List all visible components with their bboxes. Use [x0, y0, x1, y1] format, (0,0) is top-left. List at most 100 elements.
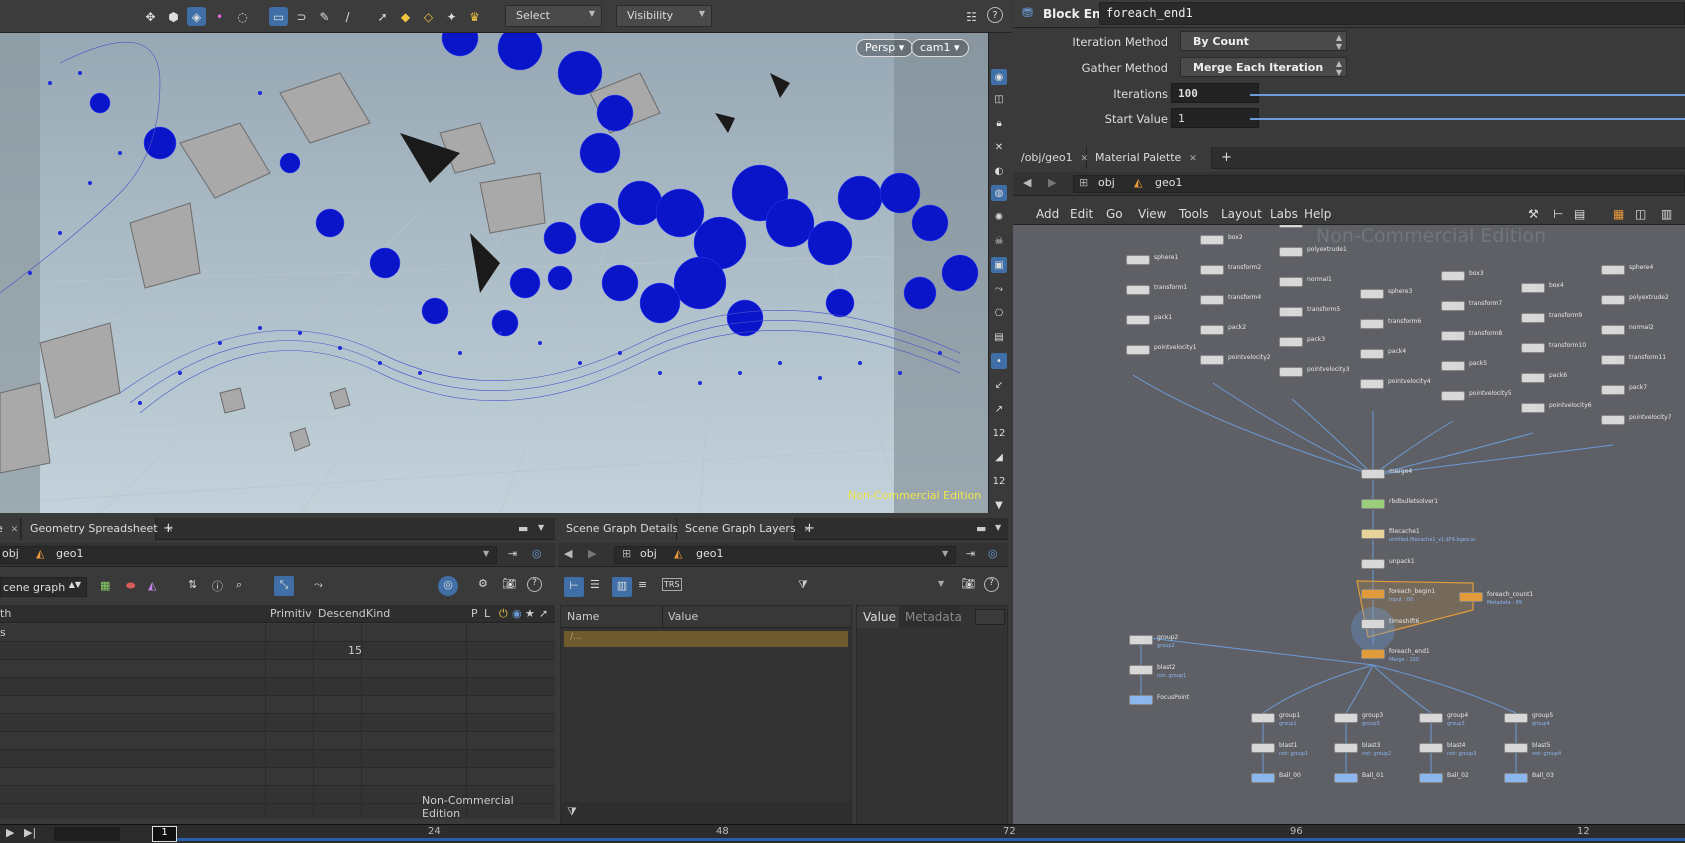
- info-icon[interactable]: ⓘ: [212, 578, 223, 594]
- sort-icon[interactable]: ⇅: [188, 578, 197, 591]
- target-icon[interactable]: ◎: [438, 576, 458, 596]
- grid-icon[interactable]: ▦: [1613, 207, 1624, 221]
- tree-view-icon[interactable]: ⊢: [564, 577, 584, 597]
- col-path[interactable]: th: [0, 607, 11, 620]
- split-icon[interactable]: ◫: [1635, 207, 1646, 221]
- normal-icon[interactable]: ↙: [991, 377, 1007, 393]
- point-icon[interactable]: •: [210, 7, 229, 26]
- skull-icon[interactable]: ☠: [991, 233, 1007, 249]
- close-icon[interactable]: ✕: [991, 139, 1007, 155]
- mid-path-field[interactable]: [614, 546, 956, 564]
- laser-icon[interactable]: /: [338, 7, 357, 26]
- layer-icon[interactable]: ⬬: [126, 579, 135, 593]
- table-row[interactable]: [0, 660, 555, 678]
- current-frame[interactable]: 1: [152, 826, 177, 842]
- menu-help[interactable]: Help: [1304, 207, 1331, 221]
- col-kind[interactable]: Kind: [366, 607, 390, 620]
- tab-scene-graph-layers[interactable]: Scene Graph Layers ✕: [677, 518, 811, 540]
- secure-icon[interactable]: ✦: [442, 7, 461, 26]
- selected-row[interactable]: /...: [564, 631, 848, 647]
- ortho-icon[interactable]: ◫: [991, 91, 1007, 107]
- table-row[interactable]: s: [0, 624, 555, 642]
- mid-pin-icon[interactable]: ⇥: [966, 547, 975, 560]
- iterations-field[interactable]: 100: [1171, 83, 1259, 103]
- pane-layout-icon[interactable]: ▬: [518, 522, 528, 535]
- menu-layout[interactable]: Layout: [1221, 207, 1262, 221]
- pane-menu-icon[interactable]: ▼: [538, 523, 544, 532]
- path-geo[interactable]: geo1: [56, 547, 83, 564]
- prim-filter-icon[interactable]: ▦: [100, 579, 110, 592]
- camera-snap-icon-mid[interactable]: 📷︎: [961, 577, 975, 590]
- brush-icon[interactable]: ✎: [315, 7, 334, 26]
- path-dropdown-icon[interactable]: ▼: [483, 549, 489, 558]
- display-options-icon[interactable]: ☷: [962, 7, 981, 26]
- camera-icon[interactable]: ◉: [991, 69, 1007, 85]
- pane-menu-icon-mid[interactable]: ▼: [995, 523, 1001, 532]
- table-row[interactable]: [0, 714, 555, 732]
- start-value-field[interactable]: 1: [1171, 108, 1259, 128]
- menu-add[interactable]: Add: [1036, 207, 1059, 221]
- mode-dropdown[interactable]: cene graph ▲▼: [0, 577, 87, 597]
- columns-view-icon[interactable]: ▥: [1661, 207, 1672, 221]
- help-icon[interactable]: ?: [987, 7, 1003, 23]
- net-path-obj[interactable]: obj: [1098, 176, 1115, 193]
- step-icon[interactable]: ▶|: [24, 826, 36, 839]
- point-display-icon[interactable]: •: [991, 353, 1007, 369]
- visibility-dropdown[interactable]: Visibility ▼: [616, 5, 712, 27]
- scene-viewport[interactable]: Persp ▾ cam1 ▾ Non-Commercial Edition: [0, 33, 988, 513]
- add-tab-button-mid[interactable]: +: [804, 521, 815, 536]
- select-visible-icon[interactable]: ➚: [373, 7, 392, 26]
- col-value[interactable]: Value: [668, 610, 698, 623]
- help-icon-mid[interactable]: ?: [984, 577, 999, 592]
- col-name[interactable]: Name: [567, 610, 599, 623]
- wrench-icon[interactable]: ⚒: [1528, 207, 1539, 221]
- mid-path-geo[interactable]: geo1: [696, 547, 723, 564]
- menu-go[interactable]: Go: [1106, 207, 1123, 221]
- iteration-method-dropdown[interactable]: By Count ▲ ▼: [1180, 31, 1347, 51]
- frame-field[interactable]: [54, 827, 120, 841]
- snap-icon[interactable]: ⤳: [991, 281, 1007, 297]
- gear-icon[interactable]: ⚙: [478, 577, 488, 590]
- tab-geometry-spreadsheet[interactable]: Geometry Spreadsheet ✕: [22, 518, 173, 540]
- filter-icon-bottom[interactable]: ⧩: [567, 805, 577, 819]
- table-row[interactable]: [0, 750, 555, 768]
- rows-icon[interactable]: ≡: [638, 578, 647, 591]
- groups-icon[interactable]: ◆: [396, 7, 415, 26]
- tree-icon[interactable]: ⊢: [1553, 207, 1563, 221]
- table-row[interactable]: [0, 696, 555, 714]
- menu-tools[interactable]: Tools: [1179, 207, 1209, 221]
- select-dropdown[interactable]: Select ▼: [505, 5, 602, 27]
- bulb-icon[interactable]: ✺: [991, 209, 1007, 225]
- list-icon[interactable]: ▤: [1574, 207, 1585, 221]
- value-panel-menu[interactable]: [975, 609, 1005, 625]
- handle-icon[interactable]: ✥: [141, 7, 160, 26]
- table-row[interactable]: [0, 732, 555, 750]
- tab-scene[interactable]: e✕: [0, 518, 21, 540]
- mid-path-obj[interactable]: obj: [640, 547, 657, 564]
- prim-icon[interactable]: ◢: [991, 449, 1007, 465]
- back-icon[interactable]: ◀: [564, 547, 572, 560]
- net-forward-icon[interactable]: ▶: [1048, 176, 1056, 189]
- menu-edit[interactable]: Edit: [1070, 207, 1093, 221]
- add-tab-button-net[interactable]: +: [1221, 150, 1232, 165]
- search-icon[interactable]: ⌕: [236, 578, 242, 592]
- light-icon[interactable]: ◍: [991, 185, 1007, 201]
- net-path-geo[interactable]: geo1: [1155, 176, 1182, 193]
- play-icon[interactable]: ▶: [6, 826, 14, 839]
- visibility-toggle-icon[interactable]: ◭: [148, 579, 156, 592]
- number-icon-2[interactable]: 12: [991, 473, 1007, 489]
- list-view-icon[interactable]: ☰: [590, 578, 600, 591]
- camera-menu[interactable]: cam1 ▾: [911, 39, 969, 57]
- timeline[interactable]: ▶ ▶| 1 24 48 72 96 12: [0, 824, 1685, 843]
- camera-snap-icon[interactable]: 📷︎: [502, 577, 516, 590]
- table-row[interactable]: 15: [0, 642, 555, 660]
- net-back-icon[interactable]: ◀: [1023, 176, 1031, 189]
- menu-view[interactable]: View: [1138, 207, 1166, 221]
- node-name-field[interactable]: foreach_end1: [1099, 2, 1685, 25]
- col-p[interactable]: P: [471, 607, 478, 620]
- display-icon[interactable]: ▣: [991, 257, 1007, 273]
- pin-icon[interactable]: ⇥: [508, 547, 517, 560]
- transform-icon[interactable]: ⤳: [314, 578, 323, 592]
- mid-path-dropdown-icon[interactable]: ▼: [942, 549, 948, 558]
- crown-icon[interactable]: ♛: [465, 7, 484, 26]
